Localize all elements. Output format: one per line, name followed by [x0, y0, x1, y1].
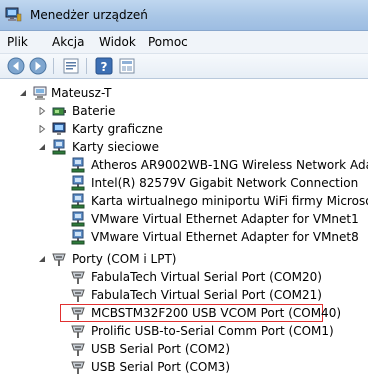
network-adapter-icon	[71, 157, 85, 173]
port-icon	[71, 271, 85, 284]
device-network-adapter[interactable]: Intel(R) 82579V Gigabit Network Connecti…	[0, 174, 368, 192]
menu-file[interactable]: Plik	[7, 35, 28, 49]
toolbar: ?	[0, 54, 368, 79]
collapse-arrow-icon[interactable]	[38, 255, 46, 263]
window-title: Menedżer urządzeń	[30, 8, 148, 22]
device-label: Intel(R) 82579V Gigabit Network Connecti…	[91, 176, 359, 190]
device-port-highlighted[interactable]: MCBSTM32F200 USB VCOM Port (COM40)	[0, 304, 368, 322]
category-batteries-label: Baterie	[72, 104, 116, 118]
device-label: FabulaTech Virtual Serial Port (COM21)	[91, 288, 322, 302]
network-adapter-icon	[71, 211, 85, 227]
collapse-arrow-icon[interactable]	[19, 89, 27, 97]
device-network-adapter[interactable]: VMware Virtual Ethernet Adapter for VMne…	[0, 210, 368, 228]
device-label: Karta wirtualnego miniportu WiFi firmy M…	[91, 194, 368, 208]
port-icon	[71, 361, 85, 374]
device-label: MCBSTM32F200 USB VCOM Port (COM40)	[91, 306, 342, 320]
category-display-adapters[interactable]: Karty graficzne	[0, 120, 368, 138]
back-arrow-icon[interactable]	[7, 57, 25, 75]
device-label: VMware Virtual Ethernet Adapter for VMne…	[91, 212, 359, 226]
help-icon[interactable]: ?	[95, 57, 113, 75]
expand-arrow-icon[interactable]	[38, 107, 46, 115]
device-label: FabulaTech Virtual Serial Port (COM20)	[91, 270, 322, 284]
device-tree: Mateusz-T Baterie Karty graficzne Karty …	[0, 79, 368, 389]
collapse-arrow-icon[interactable]	[38, 143, 46, 151]
port-icon	[71, 325, 85, 338]
device-network-adapter[interactable]: Atheros AR9002WB-1NG Wireless Network Ad…	[0, 156, 368, 174]
port-icon	[71, 307, 85, 320]
device-port[interactable]: Prolific USB-to-Serial Comm Port (COM1)	[0, 322, 368, 340]
computer-icon	[33, 86, 47, 100]
device-network-adapter[interactable]: Karta wirtualnego miniportu WiFi firmy M…	[0, 192, 368, 210]
expand-arrow-icon[interactable]	[38, 125, 46, 133]
forward-arrow-icon[interactable]	[29, 57, 47, 75]
network-adapter-icon	[71, 229, 85, 245]
device-label: USB Serial Port (COM3)	[91, 360, 230, 374]
category-network-adapters[interactable]: Karty sieciowe	[0, 138, 368, 156]
svg-text:?: ?	[101, 60, 108, 74]
port-icon	[71, 289, 85, 302]
toolbar-separator	[86, 58, 87, 74]
device-port[interactable]: USB Serial Port (COM3)	[0, 358, 368, 376]
menu-action[interactable]: Akcja	[52, 35, 84, 49]
menu-view[interactable]: Widok	[99, 35, 136, 49]
device-port[interactable]: FabulaTech Virtual Serial Port (COM20)	[0, 268, 368, 286]
tree-root-label: Mateusz-T	[51, 86, 112, 100]
device-manager-icon	[5, 7, 22, 22]
properties-icon[interactable]	[62, 57, 80, 75]
category-display-adapters-label: Karty graficzne	[72, 122, 163, 136]
network-adapter-icon	[71, 193, 85, 209]
menu-bar: Plik Akcja Widok Pomoc	[0, 31, 368, 54]
device-port[interactable]: USB Serial Port (COM2)	[0, 340, 368, 358]
network-adapter-icon	[71, 175, 85, 191]
device-label: Prolific USB-to-Serial Comm Port (COM1)	[91, 324, 334, 338]
toolbar-separator	[53, 58, 54, 74]
menu-help[interactable]: Pomoc	[148, 35, 188, 49]
device-label: VMware Virtual Ethernet Adapter for VMne…	[91, 230, 359, 244]
device-port[interactable]: FabulaTech Virtual Serial Port (COM21)	[0, 286, 368, 304]
category-ports[interactable]: Porty (COM i LPT)	[0, 250, 368, 268]
network-adapter-icon	[52, 139, 66, 155]
device-label: Atheros AR9002WB-1NG Wireless Network Ad…	[91, 158, 368, 172]
battery-icon	[52, 107, 66, 116]
device-label: USB Serial Port (COM2)	[91, 342, 230, 356]
title-bar[interactable]: Menedżer urządzeń	[0, 0, 368, 31]
device-manager-window: Menedżer urządzeń Plik Akcja Widok Pomoc…	[0, 0, 368, 389]
device-network-adapter[interactable]: VMware Virtual Ethernet Adapter for VMne…	[0, 228, 368, 246]
category-network-adapters-label: Karty sieciowe	[72, 140, 160, 154]
category-batteries[interactable]: Baterie	[0, 102, 368, 120]
port-icon	[71, 343, 85, 356]
tree-root[interactable]: Mateusz-T	[0, 84, 368, 102]
details-icon[interactable]	[118, 57, 136, 75]
display-adapter-icon	[52, 122, 66, 135]
category-ports-label: Porty (COM i LPT)	[72, 252, 177, 266]
port-icon	[52, 253, 66, 266]
